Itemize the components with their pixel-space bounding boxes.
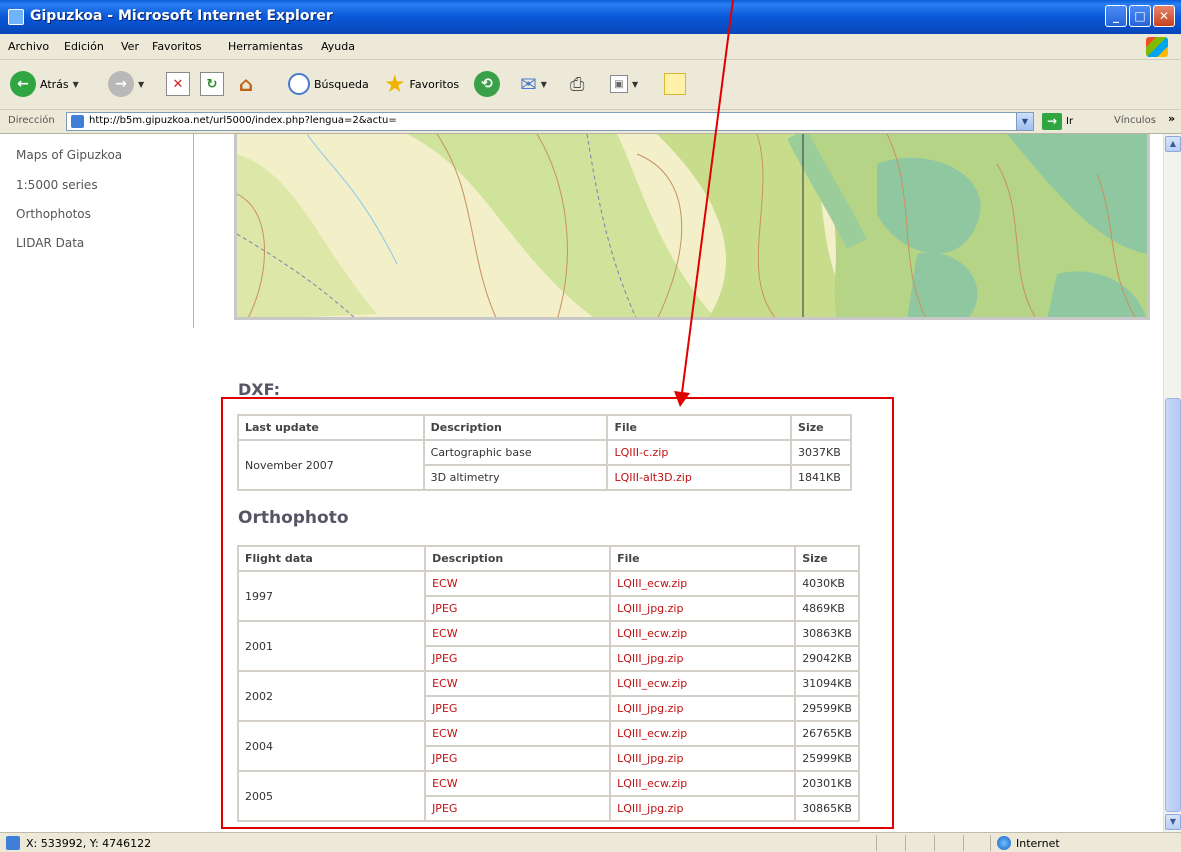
minimize-button[interactable]: _ <box>1105 5 1127 27</box>
menu-edicion[interactable]: Edición <box>64 40 104 53</box>
printer-icon: ⎙ <box>570 73 585 95</box>
note-icon <box>664 73 686 95</box>
menu-archivo[interactable]: Archivo <box>8 40 49 53</box>
security-zone: Internet <box>1016 837 1060 850</box>
forward-arrow-icon: → <box>108 71 134 97</box>
stop-icon: ✕ <box>166 72 190 96</box>
back-label: Atrás <box>40 77 69 91</box>
close-button[interactable]: ✕ <box>1153 5 1175 27</box>
chevron-down-icon[interactable]: ▼ <box>1016 113 1033 130</box>
forward-button[interactable]: → ▼ <box>108 70 144 98</box>
search-label: Búsqueda <box>314 77 369 91</box>
favorites-button[interactable]: ★ Favoritos <box>384 70 459 98</box>
links-label[interactable]: Vínculos <box>1114 115 1156 126</box>
sidebar-item-lidar[interactable]: LIDAR Data <box>16 236 84 250</box>
address-url: http://b5m.gipuzkoa.net/url5000/index.ph… <box>89 115 397 126</box>
scroll-down-icon[interactable]: ▼ <box>1165 814 1181 830</box>
map-graphic <box>237 134 1147 317</box>
chevron-down-icon: ▼ <box>138 79 145 89</box>
annotation-box <box>221 397 894 829</box>
toolbar: ← Atrás ▼ → ▼ ✕ ↻ ⌂ Búsqueda ★ Favoritos… <box>0 60 1181 110</box>
chevron-right-icon[interactable]: » <box>1168 112 1175 125</box>
sidebar: Maps of Gipuzkoa 1:5000 series Orthophot… <box>0 134 194 328</box>
page-content: Maps of Gipuzkoa 1:5000 series Orthophot… <box>0 134 1163 832</box>
go-button[interactable]: → Ir <box>1042 113 1073 130</box>
go-arrow-icon: → <box>1042 113 1062 130</box>
status-divider <box>876 835 877 851</box>
window-title: Gipuzkoa - Microsoft Internet Explorer <box>30 8 333 24</box>
home-button[interactable]: ⌂ <box>234 70 258 98</box>
chevron-down-icon: ▼ <box>72 79 79 89</box>
address-label: Dirección <box>8 115 55 126</box>
maximize-button[interactable]: □ <box>1129 5 1151 27</box>
windows-logo-icon <box>1146 37 1168 57</box>
search-button[interactable]: Búsqueda <box>288 70 369 98</box>
chevron-down-icon: ▼ <box>632 79 639 89</box>
menu-bar: Archivo Edición Ver Favoritos Herramient… <box>0 34 1181 60</box>
map-image[interactable] <box>234 134 1150 320</box>
status-divider <box>905 835 906 851</box>
sidebar-item-series[interactable]: 1:5000 series <box>16 178 98 192</box>
refresh-button[interactable]: ↻ <box>200 70 224 98</box>
status-divider <box>963 835 964 851</box>
vertical-scrollbar[interactable]: ▲ ▼ <box>1163 134 1181 832</box>
status-divider <box>990 835 991 851</box>
home-icon: ⌂ <box>238 72 254 96</box>
ie-icon <box>8 9 24 25</box>
back-button[interactable]: ← Atrás ▼ <box>10 70 79 98</box>
star-icon: ★ <box>384 70 406 98</box>
back-arrow-icon: ← <box>10 71 36 97</box>
menu-favoritos[interactable]: Favoritos <box>152 40 202 53</box>
menu-ver[interactable]: Ver <box>121 40 139 53</box>
sidebar-item-maps[interactable]: Maps of Gipuzkoa <box>16 148 122 162</box>
mail-icon: ✉ <box>520 72 537 96</box>
address-bar: Dirección http://b5m.gipuzkoa.net/url500… <box>0 110 1181 134</box>
history-icon: ⟲ <box>474 71 500 97</box>
page-icon <box>6 836 20 850</box>
refresh-icon: ↻ <box>200 72 224 96</box>
status-coordinates: X: 533992, Y: 4746122 <box>26 837 152 850</box>
menu-ayuda[interactable]: Ayuda <box>321 40 355 53</box>
go-label: Ir <box>1066 116 1074 127</box>
chevron-down-icon: ▼ <box>540 79 547 89</box>
mail-button[interactable]: ✉ ▼ <box>520 70 547 98</box>
messenger-button[interactable] <box>664 70 686 98</box>
sidebar-item-orthophotos[interactable]: Orthophotos <box>16 207 91 221</box>
stop-button[interactable]: ✕ <box>166 70 190 98</box>
status-bar: X: 533992, Y: 4746122 Internet <box>0 832 1181 852</box>
search-icon <box>288 73 310 95</box>
menu-herramientas[interactable]: Herramientas <box>228 40 303 53</box>
edit-icon: ▣ <box>610 75 628 93</box>
status-divider <box>934 835 935 851</box>
scroll-up-icon[interactable]: ▲ <box>1165 136 1181 152</box>
title-bar[interactable]: Gipuzkoa - Microsoft Internet Explorer _… <box>0 0 1181 34</box>
favorites-label: Favoritos <box>409 77 460 91</box>
print-button[interactable]: ⎙ <box>570 70 584 98</box>
edit-button[interactable]: ▣ ▼ <box>610 70 638 98</box>
globe-icon <box>997 836 1011 850</box>
scroll-thumb[interactable] <box>1165 398 1181 812</box>
page-icon <box>71 115 84 128</box>
history-button[interactable]: ⟲ <box>474 70 500 98</box>
address-input[interactable]: http://b5m.gipuzkoa.net/url5000/index.ph… <box>66 112 1034 131</box>
